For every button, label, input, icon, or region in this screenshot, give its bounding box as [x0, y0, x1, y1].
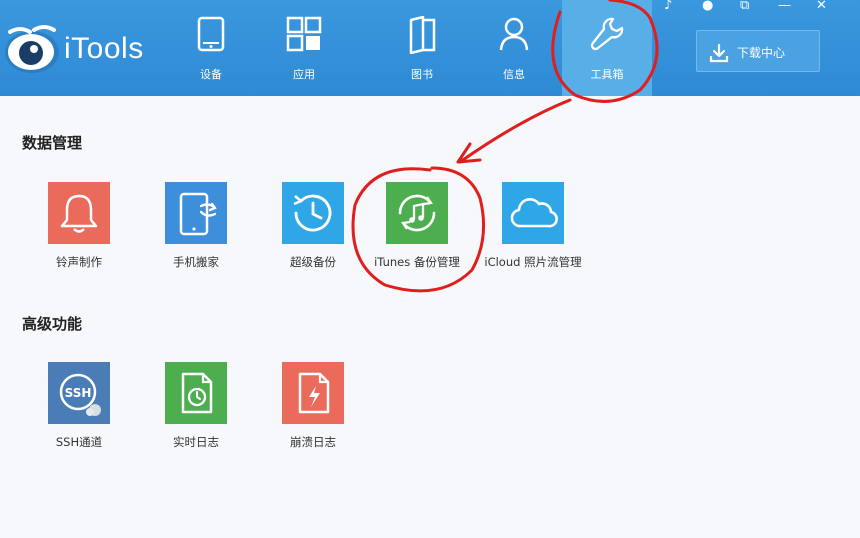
app-logo: iTools [4, 22, 164, 78]
section-title-advanced: 高级功能 [22, 315, 83, 333]
nav-label: 应用 [293, 68, 315, 81]
nav-contacts[interactable]: 信息 [469, 0, 559, 96]
realtime-log-icon [165, 362, 227, 424]
nav-label: 工具箱 [590, 68, 624, 81]
icloud-icon [502, 182, 564, 244]
nav-apps[interactable]: 应用 [259, 0, 349, 96]
svg-text:SSH: SSH [65, 386, 92, 400]
tool-ringtone-maker[interactable]: 铃声制作 [19, 182, 139, 282]
skin-icon[interactable]: ⧉ [740, 0, 749, 13]
tool-label: 崩溃日志 [290, 435, 336, 449]
itunes-backup-icon [386, 182, 448, 244]
books-icon [407, 15, 437, 58]
nav-device[interactable]: 设备 [166, 0, 256, 96]
toolbox-icon [589, 16, 625, 56]
section-title-data-management: 数据管理 [22, 134, 83, 152]
contacts-icon [498, 16, 530, 56]
nav-toolbox[interactable]: 工具箱 [562, 0, 652, 96]
minimize-button[interactable]: — [778, 0, 791, 13]
tool-phone-transfer[interactable]: 手机搬家 [136, 182, 256, 282]
nav-label: 图书 [411, 68, 433, 81]
ssh-icon: SSH [48, 362, 110, 424]
nav-books[interactable]: 图书 [377, 0, 467, 96]
app-title: iTools [64, 32, 144, 65]
tool-ssh-tunnel[interactable]: SSH SSH通道 [19, 362, 139, 462]
download-icon [709, 43, 729, 63]
itools-eye-logo-icon [5, 25, 59, 73]
device-icon [197, 16, 225, 56]
tool-realtime-log[interactable]: 实时日志 [136, 362, 256, 462]
tool-icloud-photo-stream[interactable]: iCloud 照片流管理 [473, 182, 593, 282]
backup-clock-icon [282, 182, 344, 244]
download-center-label: 下载中心 [737, 46, 786, 60]
annotation-arrowhead [456, 142, 482, 164]
feedback-icon[interactable]: ● [702, 0, 713, 13]
annotation-arrow-line [458, 98, 572, 164]
tool-label: iCloud 照片流管理 [484, 255, 582, 269]
nav-label: 设备 [200, 68, 222, 81]
top-toolbar: iTools 设备 应用 图书 信息 工具箱 ♪ ● ⧉ — ✕ 下载中心 [0, 0, 860, 96]
download-center-button[interactable]: 下载中心 [696, 30, 820, 72]
itools-window: iTools 设备 应用 图书 信息 工具箱 ♪ ● ⧉ — ✕ 下载中心 数据… [0, 0, 860, 538]
music-icon[interactable]: ♪ [664, 0, 672, 13]
tool-itunes-backup-manager[interactable]: iTunes 备份管理 [357, 182, 477, 282]
crash-log-icon [282, 362, 344, 424]
nav-label: 信息 [503, 68, 525, 81]
apps-icon [286, 16, 322, 56]
phone-transfer-icon [165, 182, 227, 244]
bell-icon [48, 182, 110, 244]
tool-crash-log[interactable]: 崩溃日志 [253, 362, 373, 462]
close-button[interactable]: ✕ [816, 0, 827, 13]
